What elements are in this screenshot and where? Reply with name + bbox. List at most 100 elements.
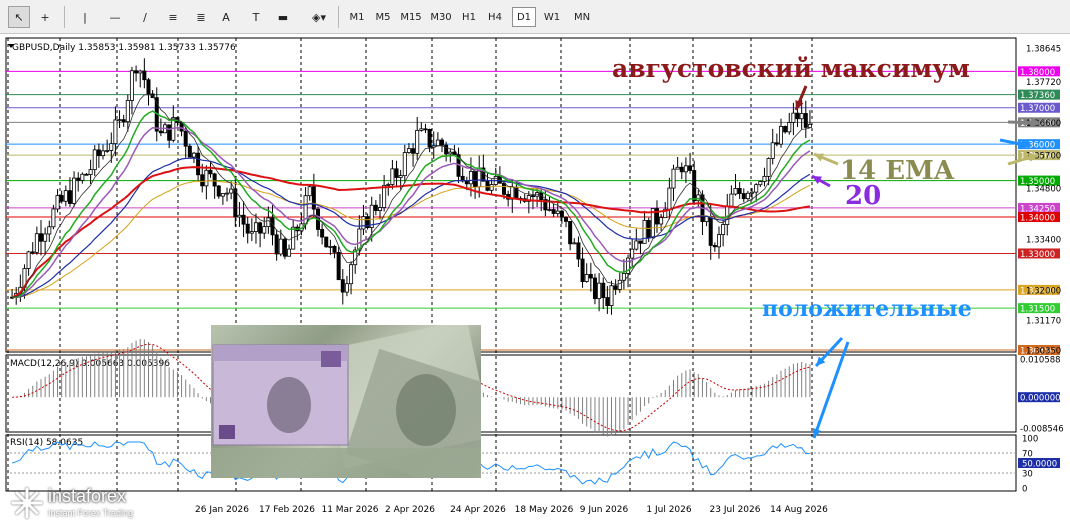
shapes-tool[interactable]: ◈▾ bbox=[304, 6, 334, 28]
candle-body bbox=[423, 128, 428, 131]
candle-body bbox=[287, 248, 292, 257]
candle-body bbox=[117, 119, 122, 122]
candle-body bbox=[721, 224, 726, 236]
level-price-label: 1.37000 bbox=[1020, 104, 1055, 114]
timeframe-m30[interactable]: M30 bbox=[428, 7, 454, 27]
fibonacci-icon: ≣ bbox=[196, 10, 206, 24]
text-icon: A bbox=[222, 10, 230, 24]
timeframe-w1[interactable]: W1 bbox=[540, 7, 564, 27]
candle-body bbox=[576, 242, 581, 260]
x-tick-label: 11 Mar 2026 bbox=[321, 505, 378, 515]
candle-body bbox=[452, 151, 457, 156]
candle-body bbox=[26, 251, 31, 269]
timeframe-m5[interactable]: M5 bbox=[372, 7, 394, 27]
candle-body bbox=[766, 158, 771, 177]
candle-body bbox=[212, 173, 217, 187]
annotation-text: положительные bbox=[762, 296, 972, 322]
candle-body bbox=[382, 184, 387, 208]
candle-body bbox=[253, 222, 258, 232]
rsi-arrow-head bbox=[812, 428, 822, 438]
candle-body bbox=[435, 139, 440, 147]
candle-body bbox=[613, 285, 618, 290]
candle-body bbox=[745, 192, 750, 200]
candle-body bbox=[774, 142, 779, 145]
candle-body bbox=[278, 238, 283, 255]
x-tick-label: 26 Jan 2026 bbox=[195, 505, 249, 515]
rsi-tick-label: 50.0000 bbox=[1022, 460, 1057, 470]
candle-body bbox=[241, 214, 246, 225]
candle-body bbox=[134, 70, 139, 74]
candle-body bbox=[394, 168, 399, 178]
candle-body bbox=[43, 233, 48, 242]
candle-body bbox=[502, 182, 507, 195]
candle-body bbox=[80, 173, 85, 181]
x-tick-label: 23 Jul 2026 bbox=[710, 505, 761, 515]
macd-tick-label: -0.008546 bbox=[1020, 425, 1064, 435]
candle-body bbox=[762, 175, 767, 182]
y-tick-label: 1.33400 bbox=[1026, 235, 1061, 245]
timeframe-h1[interactable]: H1 bbox=[458, 7, 480, 27]
x-tick-label: 17 Feb 2026 bbox=[259, 505, 315, 515]
candle-body bbox=[411, 148, 416, 154]
shapes-icon: ◈▾ bbox=[312, 10, 326, 24]
candle-body bbox=[336, 251, 341, 281]
candle-body bbox=[34, 233, 39, 253]
candle-body bbox=[233, 188, 238, 218]
ma-navy-line bbox=[12, 157, 811, 298]
candle-body bbox=[51, 208, 56, 228]
candle-body bbox=[638, 240, 643, 244]
candle-body bbox=[795, 112, 800, 120]
candle-body bbox=[778, 126, 783, 145]
rsi-tick-label: 30 bbox=[1022, 470, 1033, 480]
candle-body bbox=[349, 264, 354, 285]
macd-tick-label: 0.010588 bbox=[1020, 356, 1061, 366]
candle-body bbox=[551, 209, 556, 214]
instaforex-logo-icon bbox=[11, 487, 43, 519]
trendline-tool[interactable]: ∕ bbox=[134, 6, 156, 28]
text-label-icon: T bbox=[252, 10, 260, 24]
candle-body bbox=[601, 282, 606, 298]
cursor-tool[interactable]: ↖ bbox=[8, 6, 30, 28]
text-label-tool[interactable]: T bbox=[246, 6, 266, 28]
candle-body bbox=[770, 142, 775, 159]
timeframe-m15[interactable]: M15 bbox=[398, 7, 424, 27]
candle-body bbox=[386, 184, 391, 186]
candle-body bbox=[750, 191, 755, 194]
text-tool[interactable]: A bbox=[216, 6, 236, 28]
toolbar-separator bbox=[64, 6, 65, 28]
candle-body bbox=[547, 209, 552, 211]
candle-body bbox=[733, 188, 738, 195]
chart-title: GBPUSD,Daily 1.35853 1.35981 1.35733 1.3… bbox=[12, 43, 236, 53]
crosshair-tool[interactable]: + bbox=[34, 6, 56, 28]
watermark-tagline: Instant Forex Trading bbox=[48, 508, 134, 518]
y-tick-label: 1.32000 bbox=[1026, 286, 1061, 296]
timeframe-m1[interactable]: M1 bbox=[346, 7, 368, 27]
chart-area[interactable]: 1.380001.373601.370001.366001.360001.357… bbox=[0, 34, 1070, 524]
candle-body bbox=[361, 216, 366, 230]
candle-body bbox=[328, 245, 333, 248]
candle-body bbox=[427, 129, 432, 148]
timeframe-h4[interactable]: H4 bbox=[484, 7, 506, 27]
level-price-label: 1.33000 bbox=[1020, 250, 1055, 260]
candle-body bbox=[464, 180, 469, 185]
candle-body bbox=[390, 168, 395, 185]
fibonacci-tool[interactable]: ≣ bbox=[190, 6, 212, 28]
candle-body bbox=[473, 170, 478, 188]
timeframe-mn[interactable]: MN bbox=[570, 7, 594, 27]
candle-body bbox=[630, 248, 635, 259]
candle-body bbox=[568, 221, 573, 245]
timeframe-d1[interactable]: D1 bbox=[512, 7, 536, 27]
horizontal-line-tool[interactable]: — bbox=[104, 6, 126, 28]
candle-body bbox=[55, 195, 60, 210]
x-tick-label: 24 Apr 2026 bbox=[450, 505, 506, 515]
y-tick-label: 1.38645 bbox=[1026, 44, 1061, 54]
candle-body bbox=[344, 283, 349, 293]
rectangle-tool[interactable]: ▬ bbox=[272, 6, 294, 28]
channel-tool[interactable]: ≡ bbox=[162, 6, 184, 28]
vertical-line-tool[interactable]: | bbox=[76, 6, 94, 28]
x-tick-label: 9 Jun 2026 bbox=[580, 505, 629, 515]
candle-body bbox=[105, 150, 110, 152]
candle-body bbox=[704, 216, 709, 222]
candle-body bbox=[67, 190, 72, 204]
candle-body bbox=[208, 169, 213, 175]
